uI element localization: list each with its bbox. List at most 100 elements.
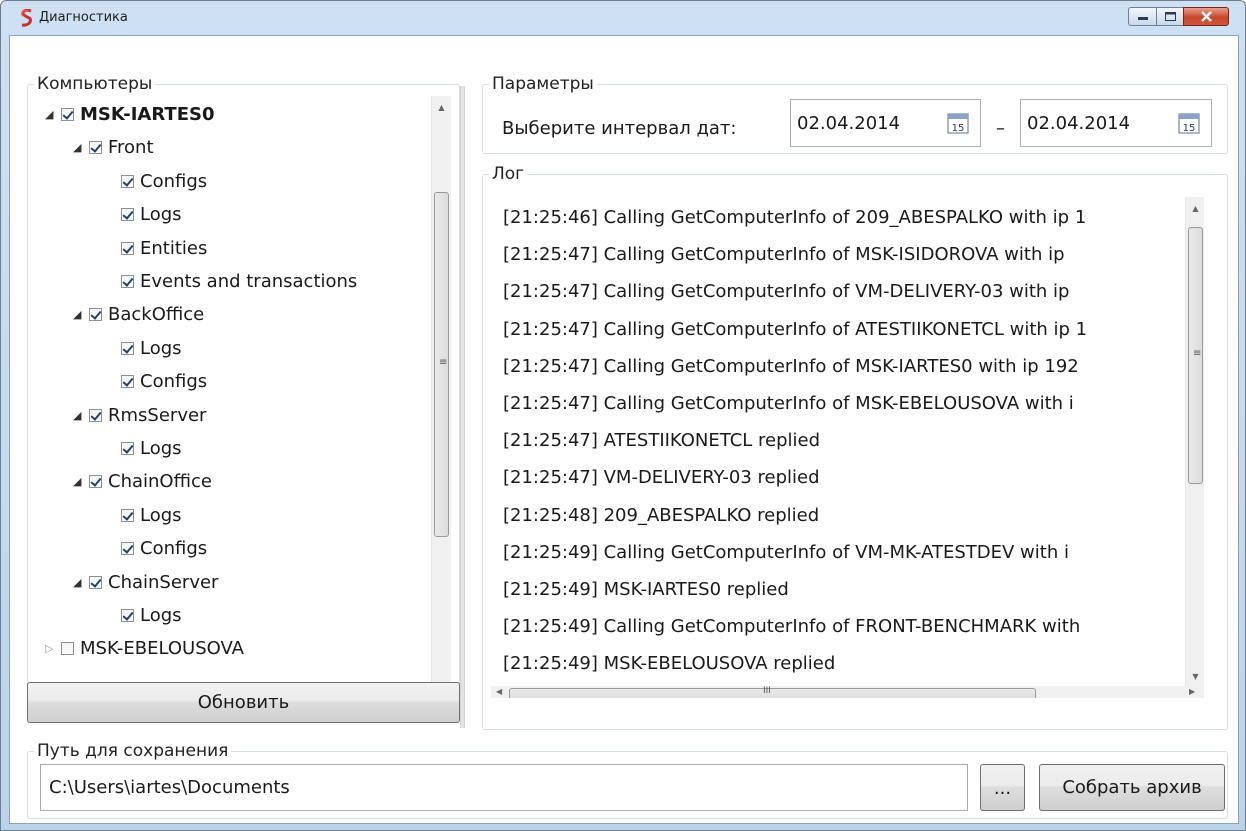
date-from-value: 02.04.2014	[797, 113, 901, 134]
log-entry[interactable]: [21:25:49] MSK-EBELOUSOVA replied	[503, 647, 835, 681]
log-entry[interactable]: [21:25:49] MSK-IARTES0 replied	[503, 573, 789, 607]
log-entry[interactable]: [21:25:47] VM-DELIVERY-03 replied	[503, 461, 820, 495]
checkbox[interactable]	[61, 642, 74, 656]
tree-scroll-thumb[interactable]: ≡	[434, 192, 449, 537]
checkbox[interactable]	[89, 308, 102, 322]
tree-node-label: Entities	[140, 237, 208, 259]
tree-node[interactable]: ◢ BackOffice	[73, 302, 204, 328]
tree-node[interactable]: Configs	[121, 369, 207, 395]
tree-node[interactable]: Logs	[121, 603, 182, 629]
calendar-day: 15	[952, 123, 965, 134]
tree-node[interactable]: Logs	[121, 503, 182, 529]
maximize-icon	[1165, 12, 1176, 21]
tree-node[interactable]: ◢ MSK-IARTES0	[45, 102, 214, 128]
log-entry[interactable]: [21:25:47] Calling GetComputerInfo of VM…	[503, 275, 1069, 309]
minimize-button[interactable]	[1128, 7, 1157, 26]
computers-tree[interactable]: ◢ MSK-IARTES0 ◢ Front Configs Logs Entities Eve…	[35, 96, 455, 701]
checkbox[interactable]	[89, 475, 102, 489]
browse-label: ...	[993, 778, 1012, 799]
calendar-day: 15	[1183, 123, 1196, 134]
tree-node[interactable]: Configs	[121, 536, 207, 562]
calendar-icon[interactable]: 15	[947, 112, 969, 134]
panel-splitter[interactable]	[460, 86, 465, 728]
scroll-up-arrow-icon[interactable]: ▲	[432, 100, 451, 116]
log-group: Лог [21:25:46] Calling GetComputerInfo o…	[482, 163, 1228, 730]
minimize-icon	[1138, 17, 1148, 20]
refresh-label: Обновить	[197, 692, 290, 713]
tree-node-label: Configs	[140, 371, 208, 393]
date-interval-label: Выберите интервал дат:	[502, 118, 737, 139]
expand-arrow-down-icon[interactable]: ◢	[73, 302, 81, 328]
log-entry[interactable]: [21:25:48] 209_ABESPALKO replied	[503, 499, 819, 533]
scroll-right-arrow-icon[interactable]: ▶	[1189, 687, 1195, 696]
log-legend: Лог	[489, 163, 528, 185]
browse-button[interactable]: ...	[980, 764, 1025, 811]
tree-node[interactable]: ◢ ChainOffice	[73, 469, 212, 495]
log-entry[interactable]: [21:25:47] ATESTIIKONETCL replied	[503, 424, 820, 458]
log-horizontal-scrollbar[interactable]: ◀ III ▶	[491, 686, 1204, 698]
log-entry[interactable]: [21:25:49] Calling GetComputerInfo of VM…	[503, 536, 1069, 570]
tree-node-label: Logs	[140, 337, 182, 359]
checkbox[interactable]	[121, 542, 134, 556]
close-icon	[1201, 11, 1212, 22]
maximize-button[interactable]	[1156, 7, 1184, 26]
log-entry[interactable]: [21:25:49] Calling GetComputerInfo of FR…	[503, 610, 1080, 644]
expand-arrow-down-icon[interactable]: ◢	[73, 135, 81, 161]
tree-node[interactable]: ▷ MSK-EBELOUSOVA	[45, 636, 244, 662]
checkbox[interactable]	[89, 408, 102, 422]
log-entry[interactable]: [21:25:47] Calling GetComputerInfo of MS…	[503, 387, 1074, 421]
tree-vertical-scrollbar[interactable]: ▲ ≡ ▼	[431, 96, 451, 701]
expand-arrow-down-icon[interactable]: ◢	[45, 102, 53, 128]
collect-archive-label: Собрать архив	[1062, 777, 1202, 798]
tree-node[interactable]: Configs	[121, 169, 207, 195]
log-entry[interactable]: [21:25:46] Calling GetComputerInfo of 20…	[503, 201, 1086, 235]
scroll-up-arrow-icon[interactable]: ▲	[1186, 201, 1204, 217]
collect-archive-button[interactable]: Собрать архив	[1039, 764, 1225, 811]
tree-node[interactable]: Entities	[121, 236, 207, 262]
tree-node[interactable]: ◢ Front	[73, 135, 154, 161]
save-path-value: C:\Users\iartes\Documents	[49, 777, 290, 798]
expand-arrow-down-icon[interactable]: ◢	[73, 403, 81, 429]
title-bar[interactable]: Диагностика	[1, 1, 1245, 35]
checkbox[interactable]	[121, 275, 134, 288]
log-entry[interactable]: [21:25:47] Calling GetComputerInfo of MS…	[503, 238, 1065, 272]
checkbox[interactable]	[121, 174, 134, 188]
log-vertical-scrollbar[interactable]: ▲ ≡ ▼	[1185, 197, 1204, 688]
tree-node[interactable]: Logs	[121, 202, 182, 228]
checkbox[interactable]	[89, 575, 102, 589]
tree-node[interactable]: Logs	[121, 336, 182, 362]
tree-node[interactable]: ◢ ChainServer	[73, 570, 218, 596]
close-button[interactable]	[1183, 7, 1229, 26]
tree-node[interactable]: Events and transactions	[121, 269, 357, 295]
checkbox[interactable]	[61, 108, 74, 121]
checkbox[interactable]	[121, 208, 134, 222]
tree-node-label: Events and transactions	[140, 271, 358, 292]
expand-arrow-down-icon[interactable]: ◢	[73, 469, 81, 495]
log-entry[interactable]: [21:25:47] Calling GetComputerInfo of MS…	[503, 350, 1079, 384]
log-list[interactable]: [21:25:46] Calling GetComputerInfo of 20…	[491, 197, 1204, 698]
scroll-down-arrow-icon[interactable]: ▼	[1186, 669, 1204, 685]
checkbox[interactable]	[121, 375, 134, 389]
expand-arrow-down-icon[interactable]: ◢	[73, 570, 81, 596]
tree-node[interactable]: Logs	[121, 436, 182, 462]
log-scroll-thumb[interactable]: ≡	[1188, 227, 1203, 484]
tree-node-label: MSK-EBELOUSOVA	[80, 638, 244, 660]
checkbox[interactable]	[121, 241, 134, 255]
checkbox[interactable]	[89, 141, 102, 155]
log-entry[interactable]: [21:25:47] Calling GetComputerInfo of AT…	[503, 313, 1087, 347]
calendar-icon[interactable]: 15	[1178, 112, 1200, 134]
tree-node-label: RmsServer	[108, 404, 207, 426]
expand-arrow-right-icon[interactable]: ▷	[45, 636, 53, 662]
scroll-left-arrow-icon[interactable]: ◀	[496, 687, 502, 696]
checkbox[interactable]	[121, 508, 134, 522]
save-path-input[interactable]: C:\Users\iartes\Documents	[40, 764, 968, 811]
date-from-picker[interactable]: 02.04.2014 15	[790, 99, 981, 147]
log-hscroll-thumb[interactable]: III	[509, 686, 1036, 698]
tree-node-label: Front	[108, 137, 154, 159]
checkbox[interactable]	[121, 442, 134, 455]
date-to-picker[interactable]: 02.04.2014 15	[1020, 99, 1212, 147]
refresh-button[interactable]: Обновить	[27, 682, 460, 723]
tree-node[interactable]: ◢ RmsServer	[73, 403, 207, 429]
checkbox[interactable]	[121, 609, 134, 622]
checkbox[interactable]	[121, 341, 134, 355]
